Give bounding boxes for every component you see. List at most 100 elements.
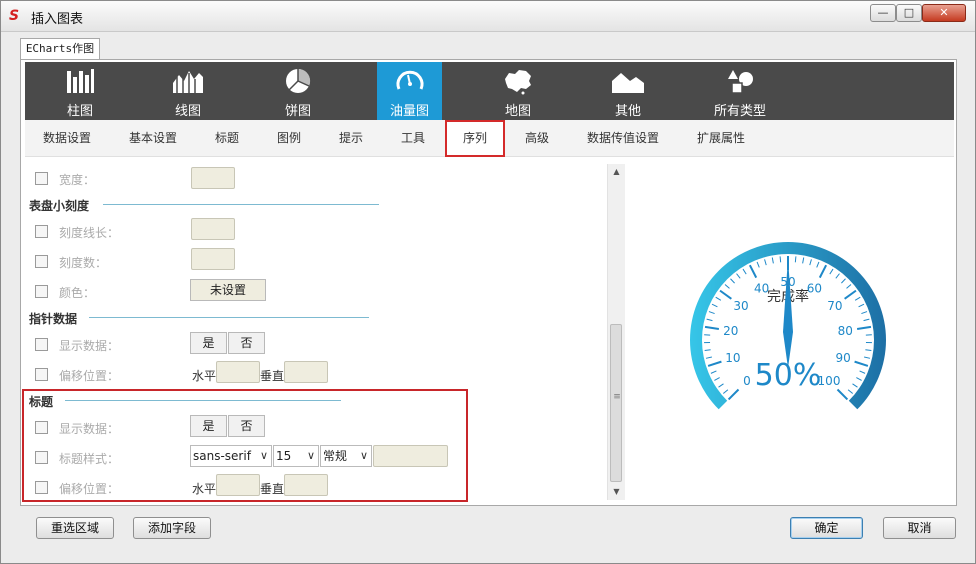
gauge-icon <box>396 70 423 90</box>
pointer-offset-x-input[interactable] <box>216 361 260 383</box>
tab-basic-settings[interactable]: 基本设置 <box>117 120 189 156</box>
gauge-major-tick <box>836 388 849 401</box>
tick-length-input[interactable] <box>191 218 235 240</box>
gauge-minor-tick <box>704 349 711 352</box>
gauge-minor-tick <box>859 370 866 374</box>
china-map-icon <box>505 70 531 95</box>
gauge-tick-label: 0 <box>743 374 751 388</box>
gauge-minor-tick <box>764 259 767 266</box>
pie-chart-icon <box>286 68 311 93</box>
vertical-label: 垂直 <box>260 369 285 383</box>
pointer-show-checkbox[interactable] <box>35 338 48 351</box>
tick-count-input[interactable] <box>191 248 235 270</box>
tab-advanced[interactable]: 高级 <box>513 120 561 156</box>
gauge-minor-tick <box>742 268 747 275</box>
chart-type-map[interactable]: 地图 <box>473 62 563 120</box>
reselect-area-button[interactable]: 重选区域 <box>36 517 114 539</box>
tick-length-row: 刻度线长： <box>25 218 585 244</box>
chart-type-label: 地图 <box>504 104 531 119</box>
gauge-major-tick <box>707 360 722 367</box>
bar-chart-icon <box>67 69 94 93</box>
grip-icon: ≡ <box>613 392 621 402</box>
add-field-button[interactable]: 添加字段 <box>133 517 211 539</box>
gauge-major-tick <box>818 264 828 279</box>
gauge-major-tick <box>704 325 720 331</box>
tab-data-settings[interactable]: 数据设置 <box>31 120 103 156</box>
tab-title[interactable]: 标题 <box>203 120 251 156</box>
gauge-tick-label: 80 <box>838 324 853 338</box>
color-picker-button[interactable]: 未设置 <box>190 279 266 301</box>
tick-count-checkbox[interactable] <box>35 255 48 268</box>
tab-legend[interactable]: 图例 <box>265 120 313 156</box>
gauge-minor-tick <box>714 377 720 381</box>
tab-extended-props[interactable]: 扩展属性 <box>685 120 757 156</box>
gauge-minor-tick <box>736 273 741 279</box>
chart-type-toolbar: 柱图 线图 饼图 油量图 地图 其他 所有类型 <box>25 62 954 120</box>
tab-echarts[interactable]: ECharts作图 <box>20 38 100 60</box>
gauge-minor-tick <box>865 349 872 352</box>
gauge-major-tick <box>719 289 732 300</box>
mountain-icon <box>612 73 644 93</box>
gauge-tick-label: 20 <box>723 324 738 338</box>
tick-length-label: 刻度线长： <box>59 226 120 240</box>
shapes-icon <box>728 70 753 94</box>
gauge-minor-tick <box>854 296 861 301</box>
chart-type-bar[interactable]: 柱图 <box>35 62 125 120</box>
scrollbar-thumb[interactable]: ≡ <box>610 324 622 482</box>
scroll-down-arrow-icon[interactable]: ▼ <box>608 484 625 500</box>
pointer-show-yes-button[interactable]: 是 <box>190 332 227 354</box>
color-label: 颜色： <box>59 286 96 300</box>
settings-scrollbar[interactable]: ▲ ≡ ▼ <box>607 164 625 500</box>
ok-button[interactable]: 确定 <box>790 517 863 539</box>
gauge-minor-tick <box>718 383 724 388</box>
maximize-button[interactable]: □ <box>896 4 922 22</box>
chart-type-label: 所有类型 <box>713 104 766 119</box>
gauge-minor-tick <box>816 261 820 268</box>
chart-type-label: 油量图 <box>389 104 429 119</box>
chart-type-all[interactable]: 所有类型 <box>695 62 785 120</box>
gauge-minor-tick <box>771 257 774 264</box>
gauge-minor-tick <box>705 356 712 359</box>
tab-data-transfer[interactable]: 数据传值设置 <box>573 120 673 156</box>
tick-length-checkbox[interactable] <box>35 225 48 238</box>
gauge-minor-tick <box>846 284 852 289</box>
chart-type-label: 线图 <box>174 104 201 119</box>
close-button[interactable]: ✕ <box>922 4 966 22</box>
gauge-minor-tick <box>863 318 870 322</box>
pointer-offset-y-input[interactable] <box>284 361 328 383</box>
chart-type-other[interactable]: 其他 <box>583 62 673 120</box>
chart-type-label: 其他 <box>614 104 641 119</box>
gauge-minor-tick <box>802 257 805 264</box>
gauge-major-tick <box>844 289 857 300</box>
gauge-minor-tick <box>794 256 797 263</box>
tab-tools[interactable]: 工具 <box>389 120 437 156</box>
gauge-chart: 0 10 20 30 40 50 60 70 80 90 100 完成率 50% <box>690 242 886 410</box>
gauge-minor-tick <box>809 259 812 266</box>
scroll-up-arrow-icon[interactable]: ▲ <box>608 164 625 180</box>
width-checkbox[interactable] <box>35 172 48 185</box>
minimize-button[interactable]: — <box>870 4 896 22</box>
gauge-minor-tick <box>779 256 782 263</box>
gauge-tick-label: 90 <box>836 351 851 365</box>
gauge-minor-tick <box>841 278 846 284</box>
tab-tooltip[interactable]: 提示 <box>327 120 375 156</box>
width-input[interactable] <box>191 167 235 189</box>
color-checkbox[interactable] <box>35 285 48 298</box>
pointer-offset-checkbox[interactable] <box>35 368 48 381</box>
gauge-minor-tick <box>722 389 729 394</box>
tab-series[interactable]: 序列 <box>445 120 505 157</box>
tick-count-label: 刻度数： <box>59 256 108 270</box>
gauge-minor-tick <box>706 318 713 322</box>
chart-type-pie[interactable]: 饼图 <box>253 62 343 120</box>
gauge-minor-tick <box>835 273 840 279</box>
chart-type-gauge[interactable]: 油量图 <box>377 62 442 120</box>
pointer-show-no-button[interactable]: 否 <box>228 332 265 354</box>
title-section-highlight <box>22 389 468 502</box>
window-title: 插入图表 <box>31 12 84 27</box>
gauge-minor-tick <box>756 261 760 268</box>
app-logo-icon: S <box>9 8 20 24</box>
section-divider <box>89 317 369 318</box>
gauge-minor-tick <box>856 377 862 381</box>
chart-type-line[interactable]: 线图 <box>143 62 233 120</box>
cancel-button[interactable]: 取消 <box>883 517 956 539</box>
